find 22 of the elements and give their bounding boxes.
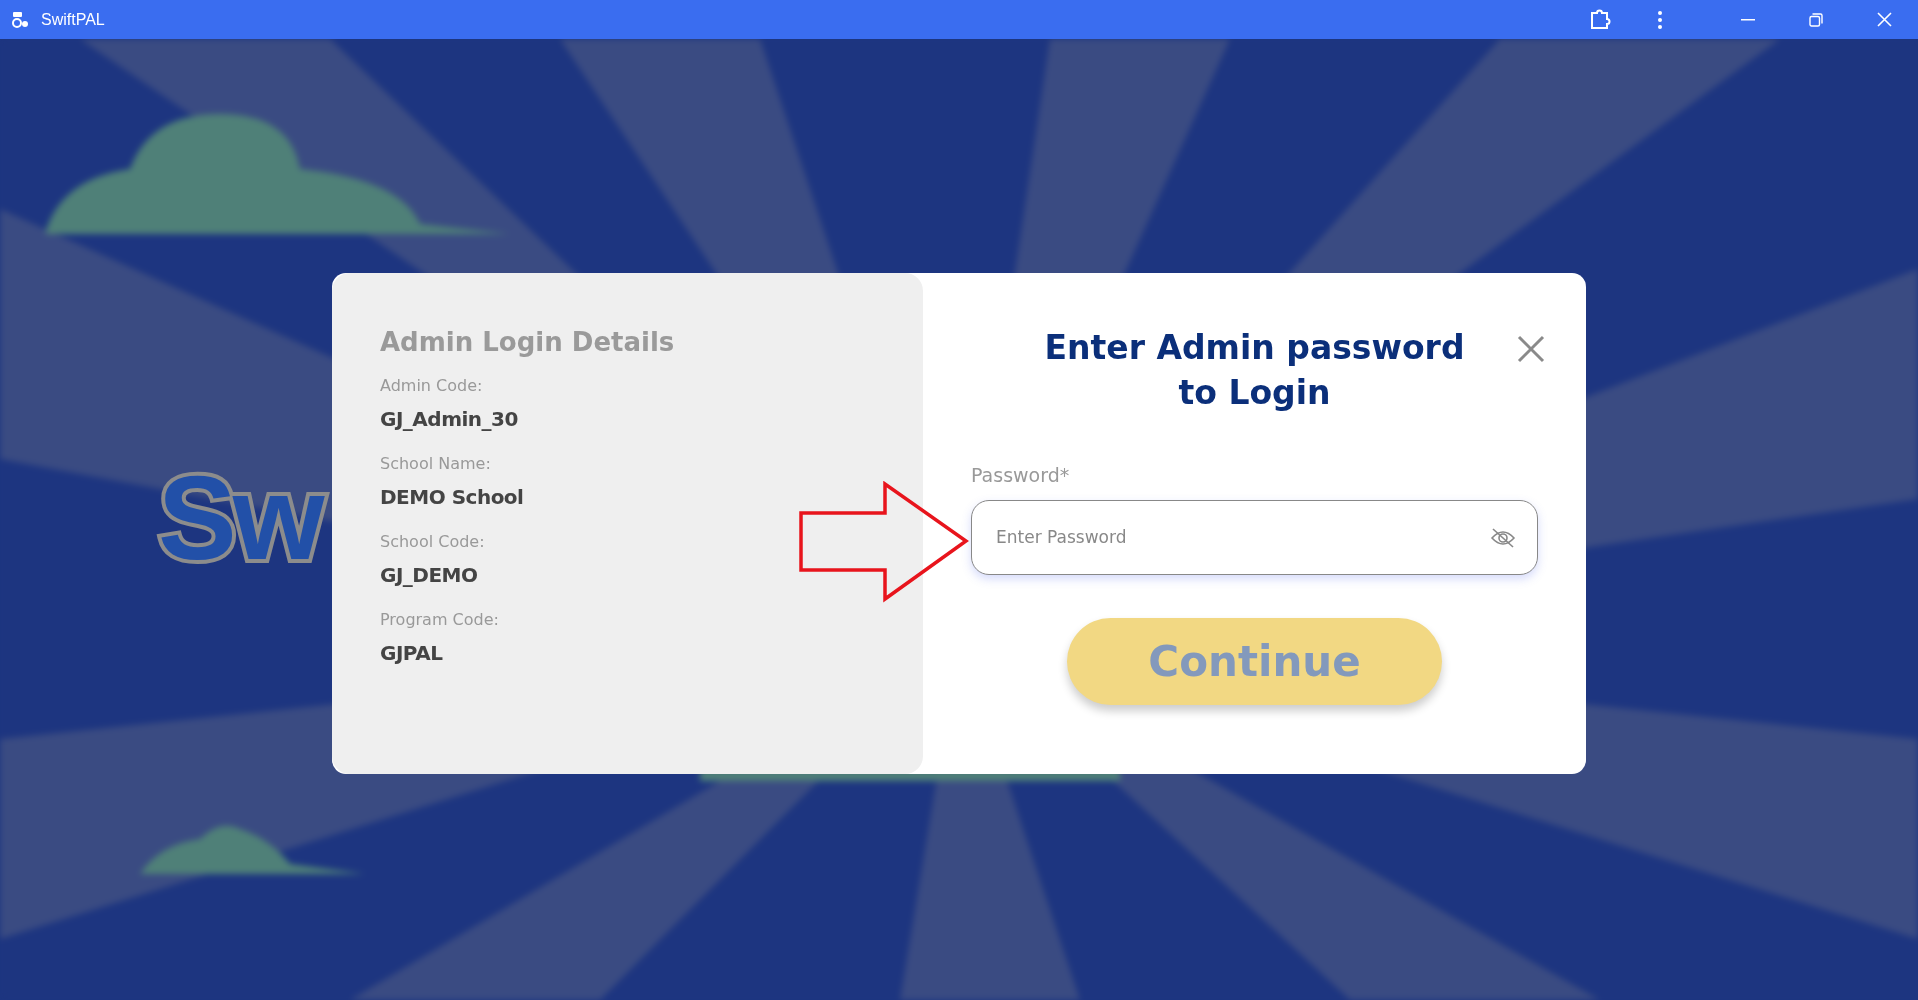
field-value: GJ_DEMO	[380, 562, 479, 589]
field-label: School Code:	[380, 531, 486, 553]
restore-icon	[1809, 12, 1823, 27]
field-value: GJ_Admin_30	[380, 406, 519, 433]
panel-title: Admin Login Details	[380, 326, 676, 359]
field-value: DEMO School	[380, 484, 525, 511]
dialog-heading: Enter Admin password to Login	[1043, 327, 1466, 414]
eye-off-icon[interactable]	[1490, 526, 1516, 549]
field-label: Admin Code:	[380, 375, 484, 397]
app-logo-icon	[11, 10, 31, 29]
field-value: GJPAL	[380, 640, 444, 667]
close-icon	[1876, 12, 1892, 27]
more-icon	[1657, 9, 1663, 30]
close-icon	[1517, 335, 1545, 363]
field-label: Program Code:	[380, 609, 500, 631]
close-button[interactable]	[1515, 333, 1547, 365]
field-label: School Name:	[380, 453, 492, 475]
password-field[interactable]: Enter Password	[971, 499, 1538, 575]
minimize-icon	[1741, 18, 1755, 21]
puzzle-icon	[1588, 7, 1612, 32]
window-title: SwiftPAL	[41, 9, 105, 30]
field-label: Password*	[971, 463, 1071, 488]
